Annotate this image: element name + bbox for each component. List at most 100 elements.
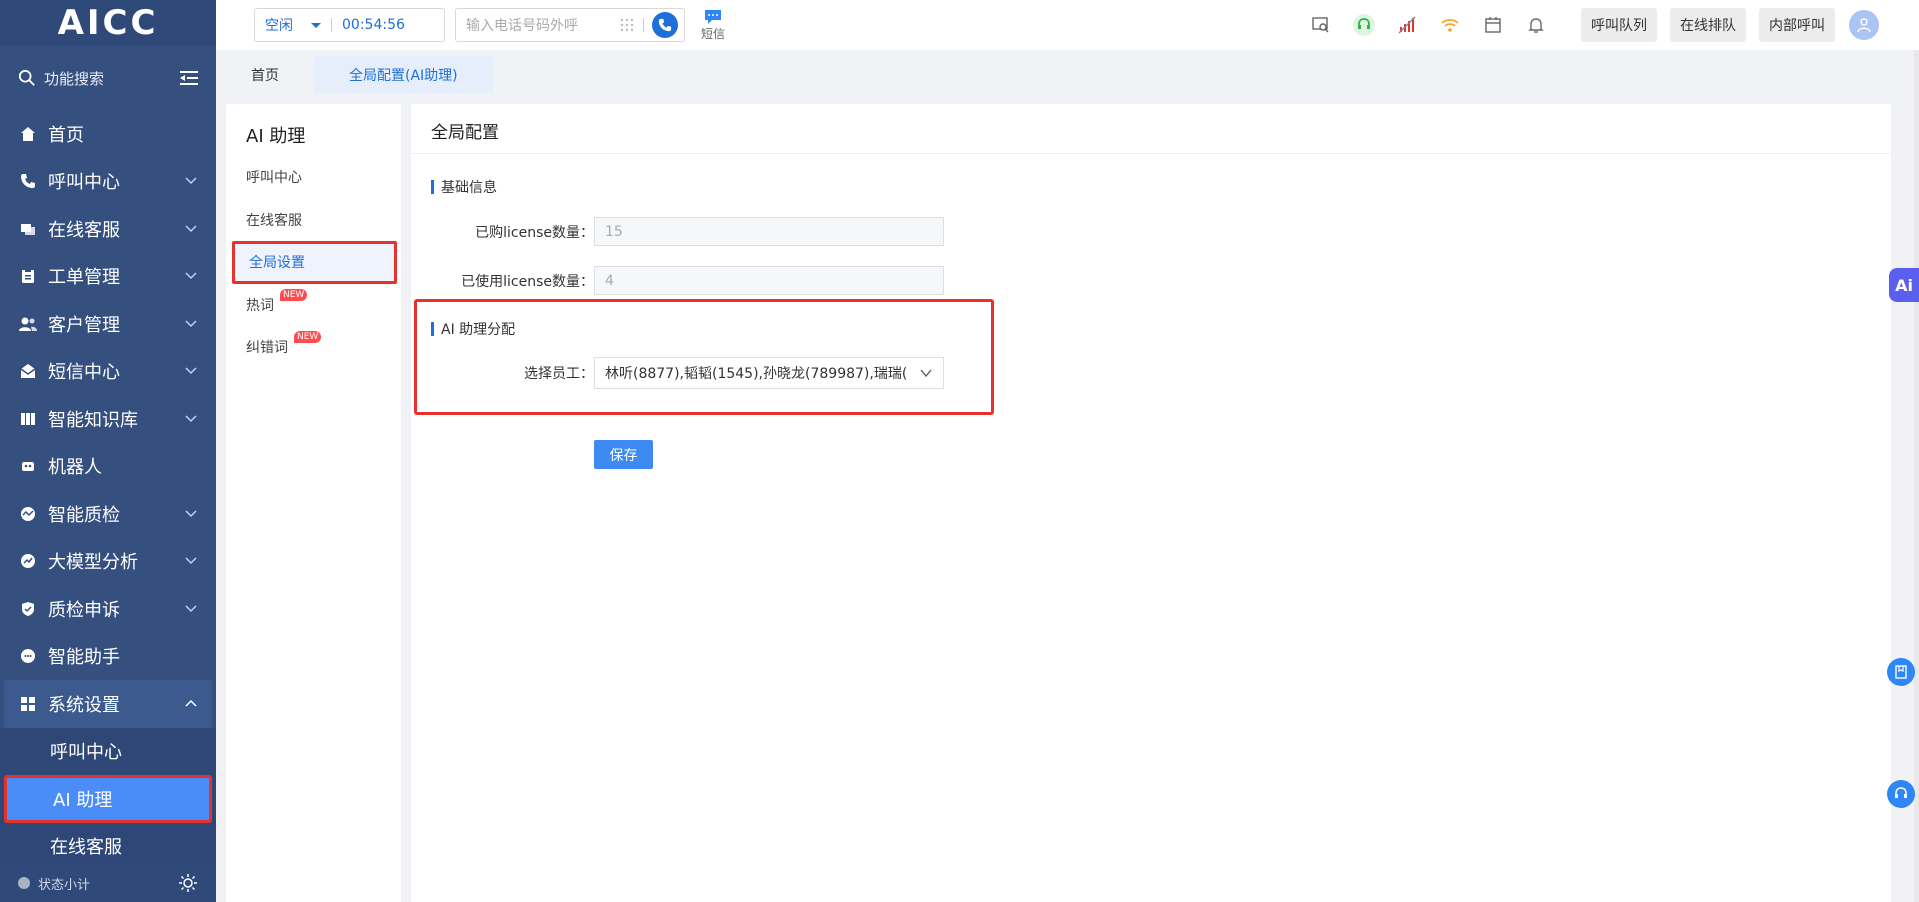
sidebar-item-online-service[interactable]: 在线客服 xyxy=(0,205,216,253)
sms-button[interactable]: 短信 xyxy=(701,9,725,42)
sidebar-item-system-settings[interactable]: 系统设置 xyxy=(4,680,212,728)
submenu-item-online-service[interactable]: 在线客服 xyxy=(0,823,216,871)
chat-icon xyxy=(18,219,38,239)
sidebar-item-ticket[interactable]: 工单管理 xyxy=(0,253,216,301)
header-toolbar: 呼叫队列 在线排队 内部呼叫 xyxy=(1310,8,1919,42)
used-license-input[interactable]: 4 xyxy=(594,266,944,295)
home-icon xyxy=(18,124,38,144)
sidebar-item-robot[interactable]: 机器人 xyxy=(0,443,216,491)
bookmark-float-button[interactable] xyxy=(1887,658,1915,686)
sidebar-item-quality[interactable]: 智能质检 xyxy=(0,490,216,538)
status-summary-label: 状态小计 xyxy=(38,877,91,893)
sidebar-item-llm-analysis[interactable]: 大模型分析 xyxy=(0,538,216,586)
chevron-down-icon xyxy=(185,225,197,232)
search-icon xyxy=(18,69,35,86)
sidebar-item-call-center[interactable]: 呼叫中心 xyxy=(0,158,216,206)
submenu-item-call-center[interactable]: 呼叫中心 xyxy=(0,728,216,776)
status-summary[interactable]: 状态小计 xyxy=(0,864,216,902)
subnav-item-hotwords[interactable]: 热词 NEW xyxy=(226,284,401,327)
purchased-license-label: 已购license数量： xyxy=(475,224,594,241)
analysis-icon xyxy=(18,551,38,571)
signal-off-icon[interactable] xyxy=(1396,14,1418,36)
subnav-item-label: 热词 xyxy=(246,297,274,314)
sidebar-item-sms[interactable]: 短信中心 xyxy=(0,348,216,396)
chevron-down-icon xyxy=(185,557,197,565)
phone-icon xyxy=(18,171,38,191)
caret-down-icon xyxy=(311,22,321,28)
sms-label: 短信 xyxy=(701,26,726,41)
scrollbar[interactable] xyxy=(1914,50,1919,902)
message-icon xyxy=(705,9,721,24)
submenu-item-ai-assistant[interactable]: AI 助理 xyxy=(4,775,212,823)
assistant-icon xyxy=(18,646,38,666)
purchased-license-input[interactable]: 15 xyxy=(594,217,944,246)
sidebar-item-assistant[interactable]: 智能助手 xyxy=(0,633,216,681)
subnav-title: AI 助理 xyxy=(246,126,306,147)
monitor-search-icon[interactable] xyxy=(1310,14,1332,36)
mail-icon xyxy=(18,361,38,381)
chevron-down-icon xyxy=(185,605,197,612)
sidebar-item-label: 机器人 xyxy=(48,457,102,479)
status-dot-icon xyxy=(18,877,30,889)
subnav-item-correction-words[interactable]: 纠错词 NEW xyxy=(226,326,401,369)
clipboard-icon xyxy=(18,266,38,286)
chevron-down-icon xyxy=(185,272,197,280)
calendar-icon[interactable] xyxy=(1482,14,1504,36)
shield-icon xyxy=(18,599,38,619)
app-logo: AICC xyxy=(0,0,216,46)
dialpad-icon[interactable] xyxy=(619,17,635,33)
employee-select-row: 选择员工： 林听(8877),韬韬(1545),孙晓龙(789987),瑞瑞( xyxy=(419,357,944,389)
sidebar-item-customer[interactable]: 客户管理 xyxy=(0,300,216,348)
agent-status-value: 空闲 xyxy=(265,18,293,34)
tab-global-config[interactable]: 全局配置(AI助理) xyxy=(314,56,493,93)
chevron-down-icon xyxy=(185,367,197,375)
internal-call-button[interactable]: 内部呼叫 xyxy=(1759,8,1835,42)
chevron-down-icon xyxy=(185,177,197,185)
employee-select-value: 林听(8877),韬韬(1545),孙晓龙(789987),瑞瑞( xyxy=(605,366,908,382)
dial-placeholder: 输入电话号码外呼 xyxy=(466,18,578,34)
chevron-down-icon xyxy=(185,320,197,327)
sidebar-item-knowledge[interactable]: 智能知识库 xyxy=(0,395,216,443)
sidebar-item-home[interactable]: 首页 xyxy=(0,110,216,158)
subnav-item-label: 纠错词 xyxy=(246,340,288,357)
user-icon xyxy=(1857,18,1871,33)
subnav-item-label: 全局设置 xyxy=(249,255,305,272)
employee-select[interactable]: 林听(8877),韬韬(1545),孙晓龙(789987),瑞瑞( xyxy=(594,357,944,389)
subnav-item-global-settings[interactable]: 全局设置 xyxy=(232,241,397,284)
function-search[interactable]: 功能搜索 xyxy=(0,46,216,110)
sidebar-item-label: 在线客服 xyxy=(48,219,120,241)
headset-icon[interactable] xyxy=(1353,14,1375,36)
sun-icon[interactable] xyxy=(178,873,198,893)
page-tabs: 首页 全局配置(AI助理) xyxy=(216,50,1919,93)
online-queue-button[interactable]: 在线排队 xyxy=(1670,8,1746,42)
call-button[interactable] xyxy=(652,12,678,38)
collapse-menu-icon[interactable] xyxy=(180,70,198,86)
status-timer: 00:54:56 xyxy=(342,17,405,33)
support-float-button[interactable] xyxy=(1887,780,1915,808)
function-search-label: 功能搜索 xyxy=(44,69,105,88)
quality-check-icon xyxy=(18,504,38,524)
section-title-text: 基础信息 xyxy=(441,180,497,196)
user-avatar[interactable] xyxy=(1849,10,1879,40)
subnav-item-label: 在线客服 xyxy=(246,212,302,229)
subnav-item-call-center[interactable]: 呼叫中心 xyxy=(226,156,401,199)
employee-select-label: 选择员工： xyxy=(524,366,594,382)
chevron-up-icon xyxy=(185,699,197,707)
wifi-icon[interactable] xyxy=(1439,14,1461,36)
subnav-item-label: 呼叫中心 xyxy=(246,170,302,187)
dial-input[interactable]: 输入电话号码外呼 xyxy=(455,8,685,42)
call-queue-button[interactable]: 呼叫队列 xyxy=(1581,8,1657,42)
ai-assistant-subnav: AI 助理 呼叫中心 在线客服 全局设置 热词 NEW 纠错词 NEW xyxy=(226,104,401,902)
subnav-item-online-service[interactable]: 在线客服 xyxy=(226,199,401,242)
basic-info-section-title: 基础信息 xyxy=(431,177,497,197)
sidebar-item-appeal[interactable]: 质检申诉 xyxy=(0,585,216,633)
save-button[interactable]: 保存 xyxy=(594,440,653,469)
ai-float-button[interactable]: Ai xyxy=(1889,268,1919,302)
main-content: 全局配置 基础信息 已购license数量： 15 已使用license数量： … xyxy=(411,104,1891,902)
chevron-down-icon xyxy=(185,415,197,422)
sidebar: AICC 功能搜索 首页 呼叫中心 在线客服 工单管理 客户管理 短信中心 智能… xyxy=(0,0,216,902)
tab-home[interactable]: 首页 xyxy=(216,56,314,93)
agent-status-select[interactable]: 空闲 00:54:56 xyxy=(254,8,445,42)
sidebar-item-label: 智能知识库 xyxy=(48,409,138,431)
bell-icon[interactable] xyxy=(1525,14,1547,36)
